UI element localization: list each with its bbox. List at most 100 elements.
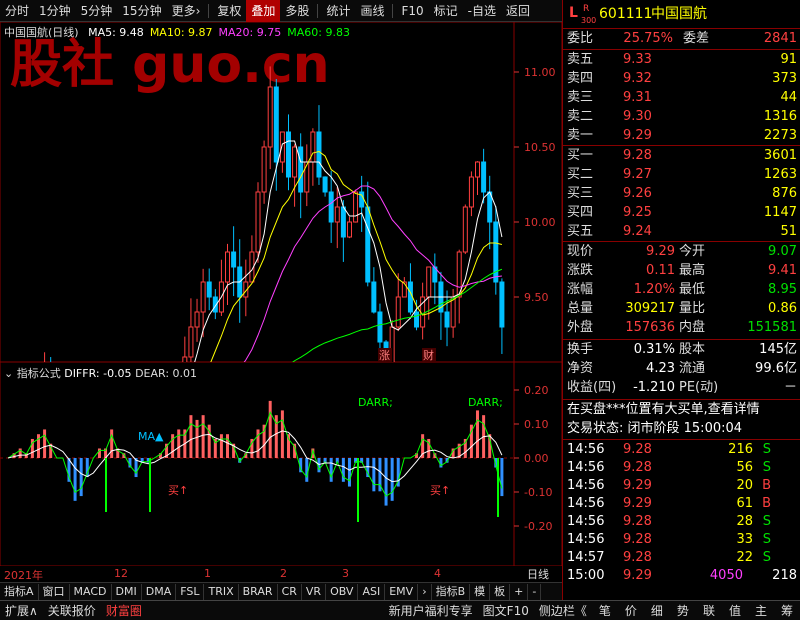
asks-row: 卖一 9.29 2273 [563,127,800,145]
candle-body [285,131,291,178]
stat2-label: 净资 [567,361,594,376]
stat2-label: 流通 [679,361,706,376]
status-item-9[interactable]: 势 [670,602,696,619]
stat-label: 最高 [679,263,706,278]
status-item-13[interactable]: 筹 [774,602,800,619]
status-item-0[interactable]: 扩展∧ [0,602,43,619]
indicator-tab-8[interactable]: CR [278,583,302,600]
candle-body [200,281,206,313]
toolbar-item-7[interactable]: 多股 [280,0,314,22]
badge-1: 财 [423,348,434,362]
stat2-value: － [783,380,797,395]
status-item-2[interactable]: 财富圈 [101,602,147,619]
status-item-8[interactable]: 细 [644,602,670,619]
toolbar-item-10[interactable]: F10 [396,0,428,22]
chart-legend: 中国国航(日线) MA5: 9.48 MA10: 9.87 MA20: 9.75 MA… [4,24,350,40]
tick-volume: 28 [736,514,753,529]
tick-time: 14:56 [567,478,605,493]
indicator-tab-14[interactable]: 指标B [432,583,471,600]
indicator-tab-7[interactable]: BRAR [239,583,278,600]
bids-label: 买五 [567,224,594,239]
status-item-10[interactable]: 联 [696,602,722,619]
toolbar-item-5[interactable]: 复权 [212,0,246,22]
indicator-tab-3[interactable]: DMI [112,583,142,600]
trade-status: 交易状态: 闭市阶段 15:00:04 [567,421,743,436]
tick-side: S [762,550,771,565]
candle-body [279,131,285,163]
toolbar-item-3[interactable]: 15分钟 [117,0,166,22]
indicator-tab-13[interactable]: › [418,583,432,600]
toolbar-item-8[interactable]: 统计 [321,0,355,22]
indicator-tab-4[interactable]: DMA [142,583,177,600]
indicator-tab-0[interactable]: 指标A [0,583,39,600]
indicator-tab-16[interactable]: 板 [490,583,511,600]
indicator-tab-18[interactable]: - [528,583,542,600]
tick-volume: 61 [736,496,753,511]
stat-value: 8.95 [768,282,797,297]
status-item-12[interactable]: 主 [748,602,774,619]
indicator-chart[interactable]: 0.20 0.10 0.00 -0.10 -0.20 DARR; DARR; 买↑ 买↑ MA▲ [0,362,562,566]
big-order-notice[interactable]: 在买盘***位置有大买单,查看详情 [567,401,760,419]
toolbar-item-9[interactable]: 画线 [355,0,389,22]
indicator-tab-12[interactable]: EMV [385,583,419,600]
candle-body [340,206,346,238]
stat2-row: 收益(四) -1.210 PE(动) － [563,379,800,397]
toolbar-item-13[interactable]: 返回 [501,0,535,22]
ma-legend-1: MA10: 9.87 [149,26,213,39]
indicator-name[interactable]: 指标公式 [17,367,61,380]
asks-label: 卖四 [567,71,594,86]
indicator-tab-15[interactable]: 模 [470,583,491,600]
indicator-tab-9[interactable]: VR [302,583,327,600]
indicator-tab-1[interactable]: 窗口 [39,583,70,600]
toolbar-item-1[interactable]: 1分钟 [34,0,76,22]
status-item-11[interactable]: 值 [722,602,748,619]
time-label-1: 12 [114,567,128,580]
status-item-1[interactable]: 关联报价 [43,602,101,619]
kline-chart[interactable]: 股社 guo.cn11.0010.5010.009.509.008.508.00… [0,22,562,362]
period-label[interactable]: 日线 [514,566,562,582]
candle-body [407,281,413,313]
indicator-tab-10[interactable]: OBV [326,583,359,600]
candle-body [206,281,212,298]
tick-price: 9.29 [623,496,652,511]
status-item-6[interactable]: 笔 [592,602,618,619]
candle-body [225,251,231,283]
bids-volume: 1263 [763,167,797,182]
quote-panel: L R 300 601111 中国国航 委比 25.75% 委差 2841 卖五… [562,0,800,600]
toolbar-item-12[interactable]: -自选 [463,0,501,22]
candle-body [188,326,194,358]
candle-body [328,191,334,223]
candle-body [414,311,420,328]
indicator-tab-17[interactable]: + [510,583,529,600]
tick-volume: 20 [736,478,753,493]
candle-body [298,146,304,193]
indicator-tab-11[interactable]: ASI [358,583,386,600]
asks-volume: 91 [780,52,797,67]
price-tick-0: 11.00 [524,66,556,79]
tick-price: 9.29 [623,568,652,583]
candle-body [371,281,377,313]
ma10-line [210,150,503,362]
indicator-toggle-icon[interactable]: ⌄ [4,367,13,380]
tick-volume: 56 [736,460,753,475]
asks-volume: 1316 [763,109,797,124]
toolbar-item-2[interactable]: 5分钟 [76,0,118,22]
status-item-3[interactable]: 新用户福利专享 [384,602,478,619]
indicator-tab-6[interactable]: TRIX [204,583,239,600]
indicator-tab-5[interactable]: FSL [176,583,205,600]
stat-value: 9.07 [768,244,797,259]
period-toolbar: 分时 1分钟 5分钟 15分钟 更多› 复权 叠加 多股 统计 画线 F10 标记 -自选 返回 [0,0,562,22]
candle-body [450,296,456,328]
toolbar-item-11[interactable]: 标记 [429,0,463,22]
candle-body [267,86,273,148]
toolbar-item-4[interactable]: 更多› [167,0,206,22]
status-item-4[interactable]: 图文F10 [478,602,534,619]
indicator-text-0: DARR; [358,396,393,409]
bids-row: 买一 9.28 3601 [563,147,800,165]
toolbar-item-6[interactable]: 叠加 [246,0,281,22]
status-item-7[interactable]: 价 [618,602,644,619]
indicator-tab-2[interactable]: MACD [70,583,112,600]
tick-side: B [762,496,771,511]
status-item-5[interactable]: 侧边栏《 [534,602,592,619]
toolbar-item-0[interactable]: 分时 [0,0,34,22]
